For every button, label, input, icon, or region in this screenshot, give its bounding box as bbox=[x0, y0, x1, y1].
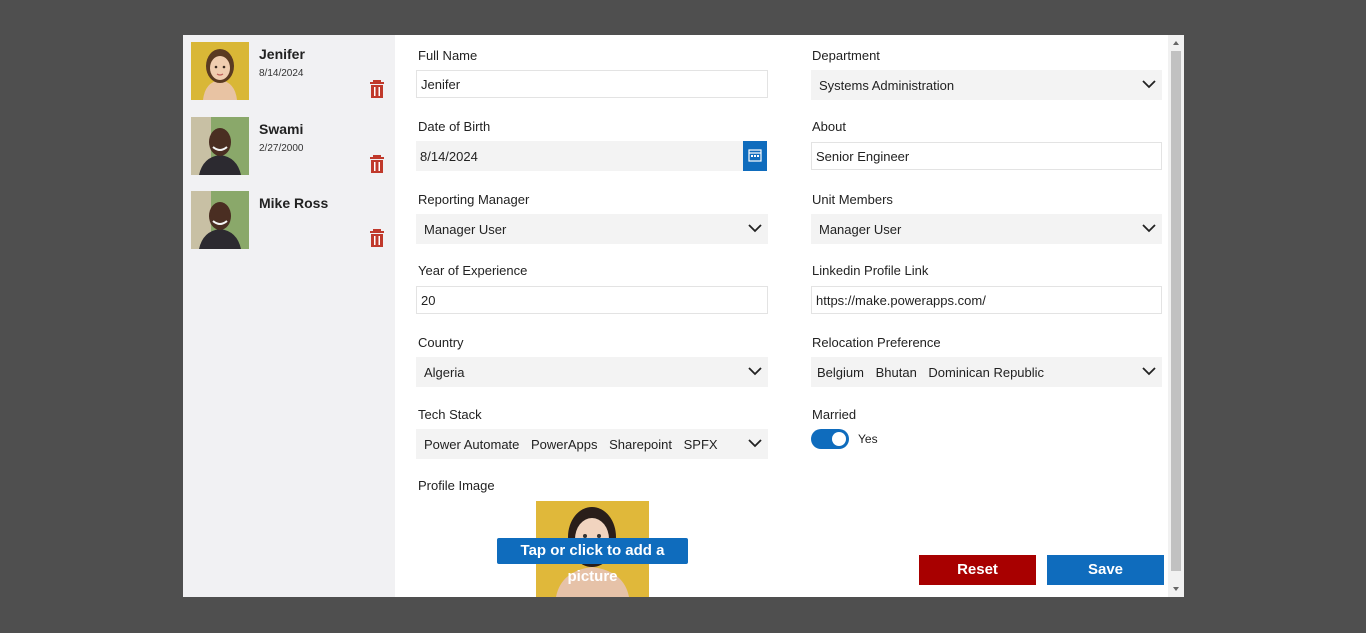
unit-members-label: Unit Members bbox=[812, 192, 893, 207]
calendar-button[interactable] bbox=[743, 141, 767, 171]
person-item[interactable]: Mike Ross bbox=[191, 191, 391, 251]
chevron-down-icon bbox=[1142, 224, 1156, 233]
toggle-knob bbox=[832, 432, 846, 446]
unit-members-value: Manager User bbox=[819, 222, 902, 237]
about-input[interactable]: Senior Engineer bbox=[811, 142, 1162, 170]
department-dropdown[interactable]: Systems Administration bbox=[811, 70, 1162, 100]
chevron-down-icon bbox=[748, 224, 762, 233]
chevron-down-icon bbox=[1142, 367, 1156, 376]
experience-label: Year of Experience bbox=[418, 263, 528, 278]
relocation-dropdown[interactable]: Belgium Bhutan Dominican Republic bbox=[811, 357, 1162, 387]
app-window: Jenifer 8/14/2024 Swami 2/27/2000 Mike R… bbox=[183, 35, 1184, 597]
avatar bbox=[191, 191, 249, 249]
married-label: Married bbox=[812, 407, 857, 422]
married-value: Yes bbox=[858, 432, 878, 446]
delete-icon[interactable] bbox=[369, 80, 385, 98]
person-date: 2/27/2000 bbox=[259, 143, 304, 154]
manager-value: Manager User bbox=[424, 222, 507, 237]
person-name: Jenifer bbox=[259, 46, 305, 62]
profile-form: Full Name Jenifer Department Systems Adm… bbox=[395, 35, 1168, 597]
avatar bbox=[191, 117, 249, 175]
country-dropdown[interactable]: Algeria bbox=[416, 357, 768, 387]
chevron-down-icon bbox=[748, 439, 762, 448]
chevron-down-icon bbox=[1142, 80, 1156, 89]
save-button[interactable]: Save bbox=[1047, 555, 1164, 585]
manager-dropdown[interactable]: Manager User bbox=[416, 214, 768, 244]
experience-input[interactable]: 20 bbox=[416, 286, 768, 314]
country-label: Country bbox=[418, 335, 464, 350]
unit-members-dropdown[interactable]: Manager User bbox=[811, 214, 1162, 244]
tech-stack-label: Tech Stack bbox=[418, 407, 482, 422]
people-sidebar: Jenifer 8/14/2024 Swami 2/27/2000 Mike R… bbox=[183, 35, 395, 597]
dob-value: 8/14/2024 bbox=[420, 149, 478, 164]
person-name: Mike Ross bbox=[259, 195, 329, 211]
scroll-up-icon[interactable] bbox=[1172, 39, 1180, 47]
tech-stack-tag: PowerApps bbox=[531, 437, 598, 452]
scroll-down-icon[interactable] bbox=[1172, 585, 1180, 593]
full-name-input[interactable]: Jenifer bbox=[416, 70, 768, 98]
person-name: Swami bbox=[259, 121, 304, 137]
relocation-label: Relocation Preference bbox=[812, 335, 941, 350]
tech-stack-dropdown[interactable]: Power Automate PowerApps Sharepoint SPFX bbox=[416, 429, 768, 459]
country-value: Algeria bbox=[424, 365, 465, 380]
married-toggle[interactable] bbox=[811, 429, 849, 449]
add-picture-button[interactable]: Tap or click to add a picture bbox=[497, 538, 688, 585]
manager-label: Reporting Manager bbox=[418, 192, 530, 207]
dob-input[interactable]: 8/14/2024 bbox=[416, 141, 743, 171]
avatar bbox=[191, 42, 249, 100]
full-name-label: Full Name bbox=[418, 48, 478, 63]
tech-stack-tag: Sharepoint bbox=[609, 437, 673, 452]
vertical-scrollbar[interactable] bbox=[1168, 35, 1184, 597]
relocation-tag: Bhutan bbox=[875, 365, 917, 380]
tech-stack-tag: SPFX bbox=[683, 437, 718, 452]
delete-icon[interactable] bbox=[369, 229, 385, 247]
relocation-tag: Dominican Republic bbox=[928, 365, 1045, 380]
chevron-down-icon bbox=[748, 367, 762, 376]
dob-label: Date of Birth bbox=[418, 119, 491, 134]
about-label: About bbox=[812, 119, 846, 134]
linkedin-input[interactable]: https://make.powerapps.com/ bbox=[811, 286, 1162, 314]
person-date: 8/14/2024 bbox=[259, 68, 304, 79]
tech-stack-tag: Power Automate bbox=[424, 437, 520, 452]
scrollbar-thumb[interactable] bbox=[1171, 51, 1181, 571]
calendar-icon bbox=[748, 149, 762, 162]
department-value: Systems Administration bbox=[819, 78, 955, 93]
person-item[interactable]: Jenifer 8/14/2024 bbox=[191, 42, 391, 102]
profile-image-label: Profile Image bbox=[418, 478, 495, 493]
relocation-tag: Belgium bbox=[817, 365, 864, 380]
department-label: Department bbox=[812, 48, 880, 63]
delete-icon[interactable] bbox=[369, 155, 385, 173]
linkedin-label: Linkedin Profile Link bbox=[812, 263, 929, 278]
person-item[interactable]: Swami 2/27/2000 bbox=[191, 117, 391, 177]
reset-button[interactable]: Reset bbox=[919, 555, 1036, 585]
